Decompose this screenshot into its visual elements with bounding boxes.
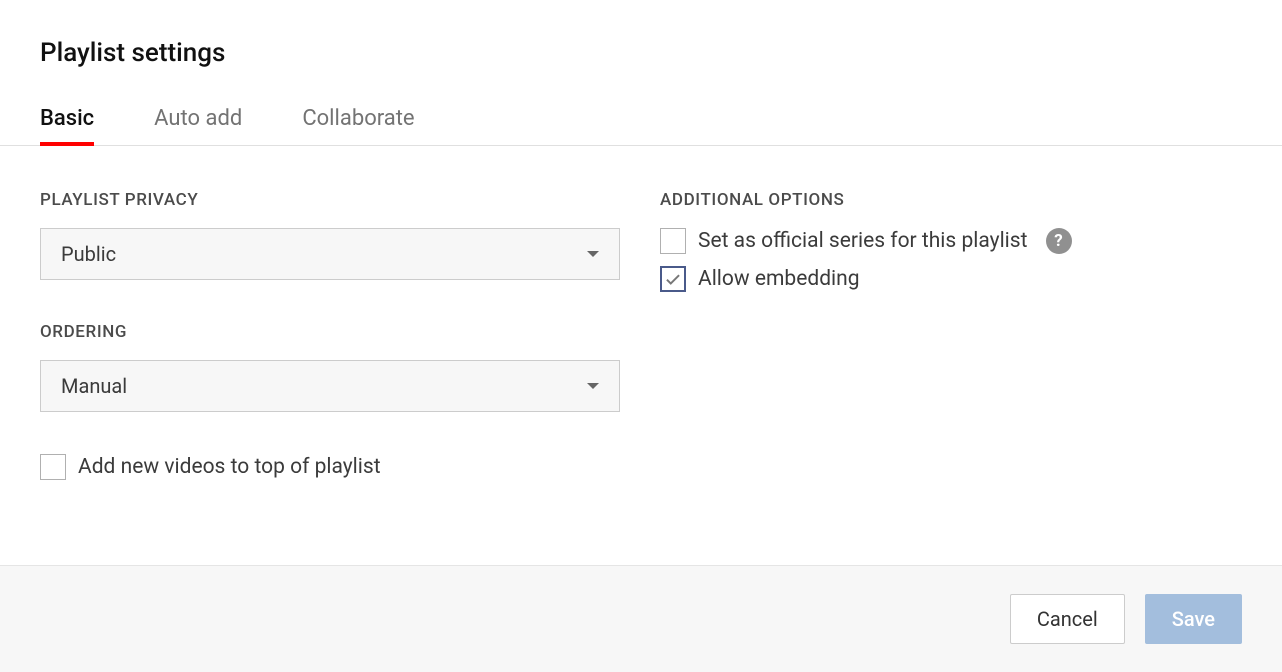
- caret-down-icon: [587, 251, 599, 257]
- privacy-dropdown-value: Public: [61, 242, 116, 266]
- checkmark-icon: [664, 270, 682, 288]
- ordering-section-label: ORDERING: [40, 322, 620, 342]
- tab-auto-add[interactable]: Auto add: [154, 106, 242, 145]
- right-column: ADDITIONAL OPTIONS Set as official serie…: [660, 190, 1242, 521]
- playlist-settings-dialog: Playlist settings Basic Auto add Collabo…: [0, 0, 1282, 672]
- tabs: Basic Auto add Collaborate: [0, 106, 1282, 146]
- ordering-dropdown[interactable]: Manual: [40, 360, 620, 412]
- additional-options-label: ADDITIONAL OPTIONS: [660, 190, 1242, 210]
- privacy-section-label: PLAYLIST PRIVACY: [40, 190, 620, 210]
- tab-label: Collaborate: [302, 106, 414, 131]
- allow-embedding-checkbox[interactable]: [660, 266, 686, 292]
- button-label: Save: [1172, 607, 1215, 631]
- button-label: Cancel: [1037, 607, 1098, 631]
- ordering-dropdown-value: Manual: [61, 374, 127, 398]
- allow-embedding-label: Allow embedding: [698, 267, 860, 291]
- add-to-top-label: Add new videos to top of playlist: [78, 455, 381, 479]
- cancel-button[interactable]: Cancel: [1010, 594, 1125, 644]
- add-to-top-row: Add new videos to top of playlist: [40, 454, 620, 480]
- add-to-top-checkbox[interactable]: [40, 454, 66, 480]
- dialog-title: Playlist settings: [40, 38, 1242, 68]
- tab-basic[interactable]: Basic: [40, 106, 94, 145]
- left-column: PLAYLIST PRIVACY Public ORDERING Manual …: [40, 190, 620, 521]
- help-icon[interactable]: ?: [1046, 228, 1072, 254]
- save-button[interactable]: Save: [1145, 594, 1242, 644]
- official-series-label: Set as official series for this playlist: [698, 229, 1028, 253]
- dialog-header: Playlist settings Basic Auto add Collabo…: [0, 0, 1282, 146]
- official-series-row: Set as official series for this playlist…: [660, 228, 1242, 254]
- tab-collaborate[interactable]: Collaborate: [302, 106, 414, 145]
- allow-embedding-row: Allow embedding: [660, 266, 1242, 292]
- privacy-dropdown[interactable]: Public: [40, 228, 620, 280]
- dialog-footer: Cancel Save: [0, 565, 1282, 672]
- caret-down-icon: [587, 383, 599, 389]
- tab-label: Auto add: [154, 106, 242, 131]
- official-series-checkbox[interactable]: [660, 228, 686, 254]
- tab-label: Basic: [40, 106, 94, 131]
- dialog-content: PLAYLIST PRIVACY Public ORDERING Manual …: [0, 146, 1282, 565]
